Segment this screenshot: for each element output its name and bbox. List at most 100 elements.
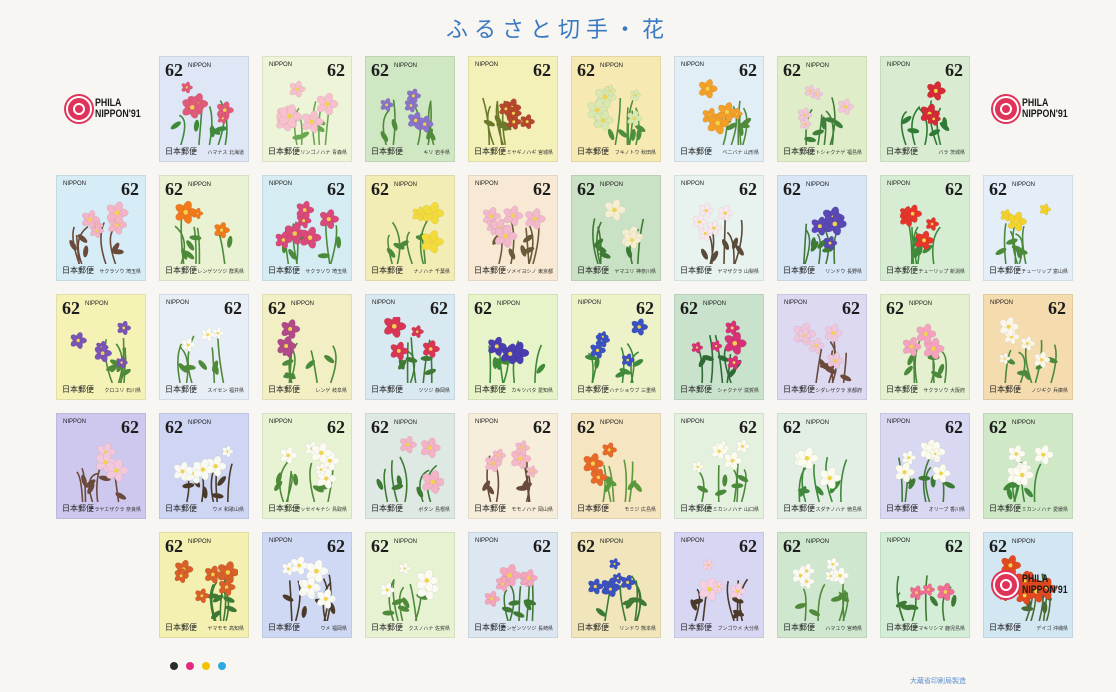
stamp-denomination: 62 <box>739 417 757 437</box>
stamp: 62 NIPPON 日本郵便 サクラソウ 大阪府 <box>874 288 974 404</box>
stamp-country: NIPPON <box>394 539 418 545</box>
stamp-face: 62 NIPPON 日本郵便 ハマユウ 宮崎県 <box>777 532 867 638</box>
flower-illustration <box>692 202 744 264</box>
stamp-flower-name: ヤマモモ 高知県 <box>207 626 244 632</box>
stamp-face: 62 NIPPON 日本郵便 リンゴノハナ 青森県 <box>262 56 352 162</box>
stamp: 62 NIPPON 日本郵便 ウメ 福岡県 <box>256 526 356 642</box>
stamp-denomination: 62 <box>739 179 757 199</box>
flower-illustration <box>386 201 444 264</box>
flower-illustration <box>282 556 337 621</box>
stamp-postal-text: 日本郵便 <box>268 623 300 632</box>
stamp: 62 NIPPON 日本郵便 リンドウ 熊本県 <box>565 526 665 642</box>
stamp-denomination: 62 <box>430 298 448 318</box>
stamp-country: NIPPON <box>681 538 705 544</box>
stamp-flower-name: ノジギク 兵庫県 <box>1031 388 1068 394</box>
stamp-face: 62 NIPPON 日本郵便 オリーブ 香川県 <box>880 413 970 519</box>
stamp-denomination: 62 <box>327 536 345 556</box>
stamp-denomination: 62 <box>783 60 801 80</box>
stamp-face: 62 NIPPON 日本郵便 ツツジ 静岡県 <box>365 294 455 400</box>
stamp-flower-name: チューリップ 富山県 <box>1021 269 1068 275</box>
stamp-country: NIPPON <box>372 300 396 306</box>
stamp-face: 62 NIPPON 日本郵便 レンゲ 岐阜県 <box>262 294 352 400</box>
stamp-face: 62 NIPPON 日本郵便 フキノトウ 秋田県 <box>571 56 661 162</box>
stamp-country: NIPPON <box>269 538 293 544</box>
stamp-face: 62 NIPPON 日本郵便 シダレザクラ 京都府 <box>777 294 867 400</box>
stamp-postal-text: 日本郵便 <box>886 147 918 156</box>
stamp: 62 NIPPON 日本郵便 ネモトシャクナゲ 福島県 <box>771 50 871 166</box>
stamp-face: 62 NIPPON 日本郵便 レンゲツツジ 群馬県 <box>159 175 249 281</box>
stamp-denomination: 62 <box>533 536 551 556</box>
stamp-denomination: 62 <box>739 536 757 556</box>
stamp-country: NIPPON <box>394 63 418 69</box>
stamp-face: 62 NIPPON 日本郵便 サクラソウ 埼玉県 <box>262 175 352 281</box>
flower-illustration <box>584 318 649 383</box>
stamp-postal-text: 日本郵便 <box>680 266 712 275</box>
stamp-flower-name: シャクナゲ 滋賀県 <box>717 388 759 394</box>
stamp-flower-name: スイセン 福井県 <box>207 388 244 394</box>
stamp-postal-text: 日本郵便 <box>474 147 506 156</box>
flower-illustration <box>384 317 440 383</box>
stamp: 62 NIPPON 日本郵便 ニジッセイキナシ 鳥取県 <box>256 407 356 523</box>
stamp-denomination: 62 <box>371 179 389 199</box>
stamp-flower-name: ウンゼンツツジ 長崎県 <box>501 626 553 632</box>
stamp: 62 NIPPON 日本郵便 バラ 茨城県 <box>874 50 974 166</box>
stamp-denomination: 62 <box>989 179 1007 199</box>
flower-illustration <box>588 558 647 621</box>
stamp-country: NIPPON <box>188 182 212 188</box>
stamp-denomination: 62 <box>165 417 183 437</box>
stamp-denomination: 62 <box>945 536 963 556</box>
stamp-denomination: 62 <box>577 536 595 556</box>
stamp: 62 NIPPON 日本郵便 ナラヤエザクラ 奈良県 <box>50 407 150 523</box>
flower-illustration <box>792 557 850 621</box>
flower-illustration <box>691 320 747 383</box>
stamp-country: NIPPON <box>188 63 212 69</box>
stamp-face: 62 NIPPON 日本郵便 ウンゼンツツジ 長崎県 <box>468 532 558 638</box>
stamp-country: NIPPON <box>497 301 521 307</box>
stamp-country: NIPPON <box>188 420 212 426</box>
stamp: 62 NIPPON 日本郵便 ミヤマキリシマ 鹿児島県 <box>874 526 974 642</box>
stamp-country: NIPPON <box>1012 539 1036 545</box>
flower-illustration <box>69 201 129 264</box>
stamp-flower-name: サクラソウ 大阪府 <box>923 388 965 394</box>
registration-dot <box>218 662 226 670</box>
stamp-country: NIPPON <box>475 62 499 68</box>
stamp-denomination: 62 <box>739 60 757 80</box>
stamp: 62 NIPPON 日本郵便 クロユリ 石川県 <box>50 288 150 404</box>
stamp-denomination: 62 <box>1048 298 1066 318</box>
stamp-denomination: 62 <box>945 60 963 80</box>
stamp-denomination: 62 <box>842 298 860 318</box>
stamp: 62 NIPPON 日本郵便 レンゲツツジ 群馬県 <box>153 169 253 285</box>
stamp-country: NIPPON <box>600 539 624 545</box>
stamp-flower-name: サクラソウ 埼玉県 <box>99 269 141 275</box>
stamp-flower-name: ヤマユリ 神奈川県 <box>614 269 656 275</box>
stamp-flower-name: フキノトウ 秋田県 <box>614 150 656 156</box>
stamp-face: 62 NIPPON 日本郵便 サクラソウ 埼玉県 <box>56 175 146 281</box>
sheet-title: ふるさと切手・花 <box>445 18 670 43</box>
stamp-face: 62 NIPPON 日本郵便 ハマナス 北海道 <box>159 56 249 162</box>
stamp-face: 62 NIPPON 日本郵便 リンドウ 熊本県 <box>571 532 661 638</box>
color-registration-dots <box>170 662 226 670</box>
stamp: 62 NIPPON 日本郵便 ソメイヨシノ 東京都 <box>462 169 562 285</box>
flower-illustration <box>488 336 546 383</box>
stamp: 62 NIPPON 日本郵便 ヤマザクラ 山梨県 <box>668 169 768 285</box>
stamp-country: NIPPON <box>600 182 624 188</box>
stamp: 62 NIPPON 日本郵便 サクラソウ 埼玉県 <box>256 169 356 285</box>
stamp-face: 62 NIPPON 日本郵便 カキツバタ 愛知県 <box>468 294 558 400</box>
flower-illustration <box>797 84 854 145</box>
stamp-country: NIPPON <box>887 181 911 187</box>
stamp-postal-text: 日本郵便 <box>680 623 712 632</box>
stamp-flower-name: リンゴノハナ 青森県 <box>300 150 347 156</box>
stamp-country: NIPPON <box>806 182 830 188</box>
stamp-postal-text: 日本郵便 <box>783 385 815 394</box>
stamp-country: NIPPON <box>394 420 418 426</box>
stamp-postal-text: 日本郵便 <box>474 385 506 394</box>
stamp-postal-text: 日本郵便 <box>371 266 403 275</box>
stamp-country: NIPPON <box>806 63 830 69</box>
flower-illustration <box>275 200 341 264</box>
stamp: 62 NIPPON 日本郵便 ハマユウ 宮崎県 <box>771 526 871 642</box>
stamp-postal-text: 日本郵便 <box>165 623 197 632</box>
stamp-postal-text: 日本郵便 <box>577 504 609 513</box>
stamp-country: NIPPON <box>909 301 933 307</box>
stamp: 62 NIPPON 日本郵便 チューリップ 富山県 <box>977 169 1077 285</box>
stamp-face: 62 NIPPON 日本郵便 ボタン 島根県 <box>365 413 455 519</box>
